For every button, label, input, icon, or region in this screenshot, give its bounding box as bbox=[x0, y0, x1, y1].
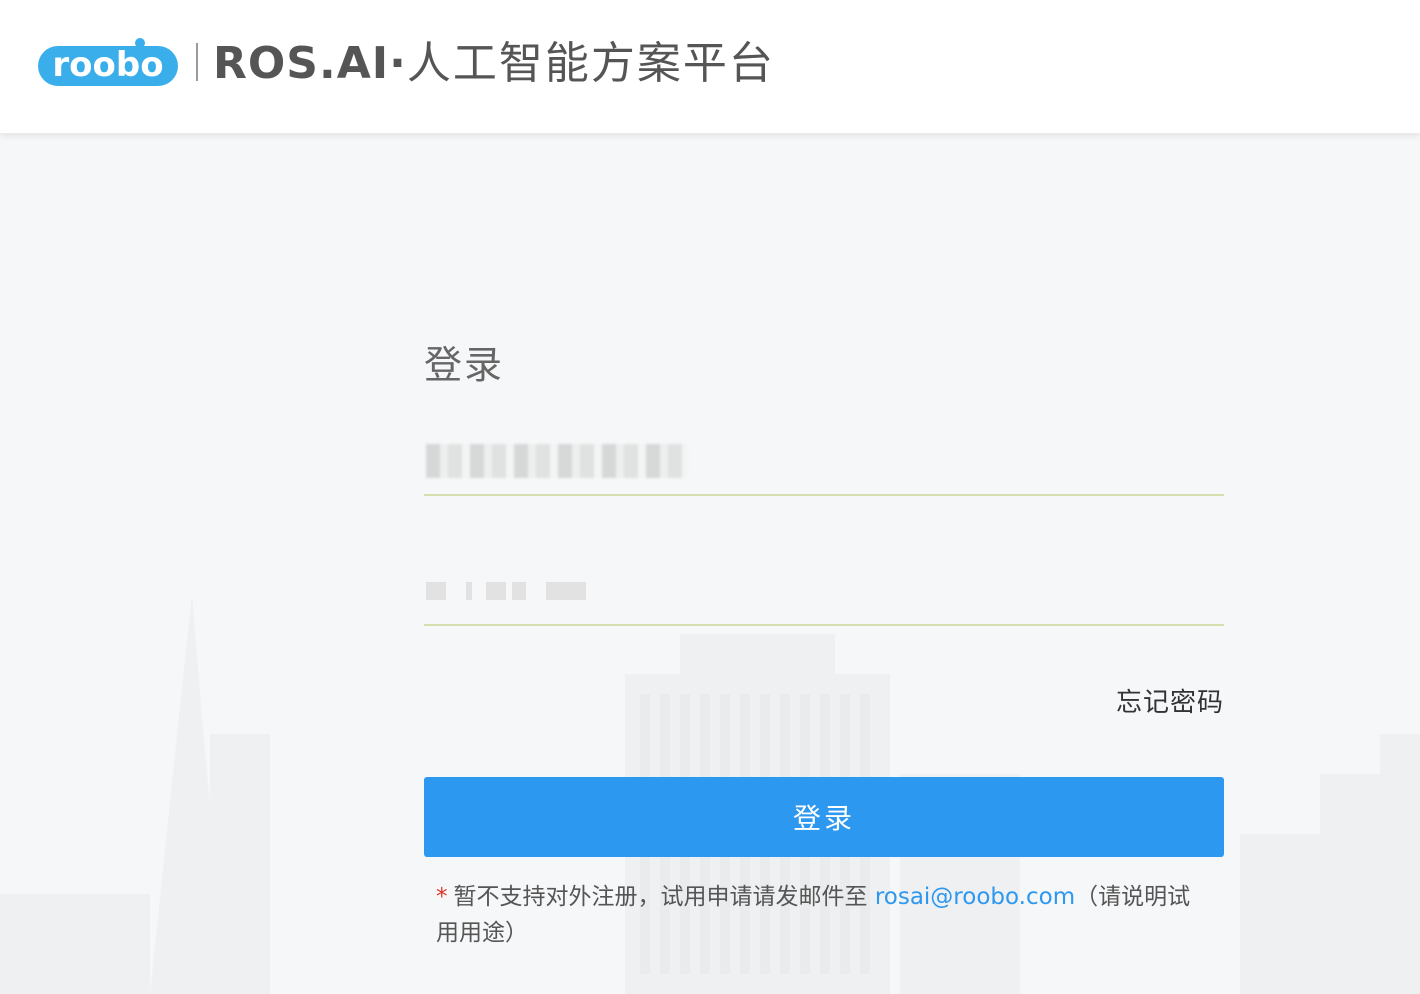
username-input[interactable] bbox=[424, 432, 1228, 494]
brand-name: ROS.AI bbox=[213, 38, 390, 89]
login-form: 登录 忘记密码 登录 * 暂不支持对外注册，试用申请请发邮件至 rosai@roo… bbox=[424, 330, 1228, 951]
password-input[interactable] bbox=[424, 562, 1228, 624]
brand-subtitle: 人工智能方案平台 bbox=[406, 38, 775, 89]
contact-email-link[interactable]: rosai@roobo.com bbox=[875, 884, 1075, 910]
roobo-logo[interactable]: roobo bbox=[38, 36, 178, 86]
login-title: 登录 bbox=[424, 343, 505, 387]
logo-text: roobo bbox=[52, 45, 163, 85]
top-header: roobo ROS.AI·人工智能方案平台 bbox=[0, 0, 1420, 134]
registration-notice: * 暂不支持对外注册，试用申请请发邮件至 rosai@roobo.com（请说明试… bbox=[436, 879, 1206, 951]
forgot-password-row: 忘记密码 bbox=[424, 674, 1224, 734]
logo-divider bbox=[196, 43, 198, 81]
password-field-container bbox=[424, 562, 1228, 626]
username-field-container bbox=[424, 432, 1228, 496]
notice-text-before: 暂不支持对外注册，试用申请请发邮件至 bbox=[453, 884, 875, 910]
brand-title: ROS.AI·人工智能方案平台 bbox=[213, 34, 775, 94]
login-button[interactable]: 登录 bbox=[424, 777, 1224, 857]
required-asterisk: * bbox=[436, 884, 448, 910]
brand-separator: · bbox=[389, 38, 407, 89]
forgot-password-link[interactable]: 忘记密码 bbox=[1116, 682, 1224, 719]
